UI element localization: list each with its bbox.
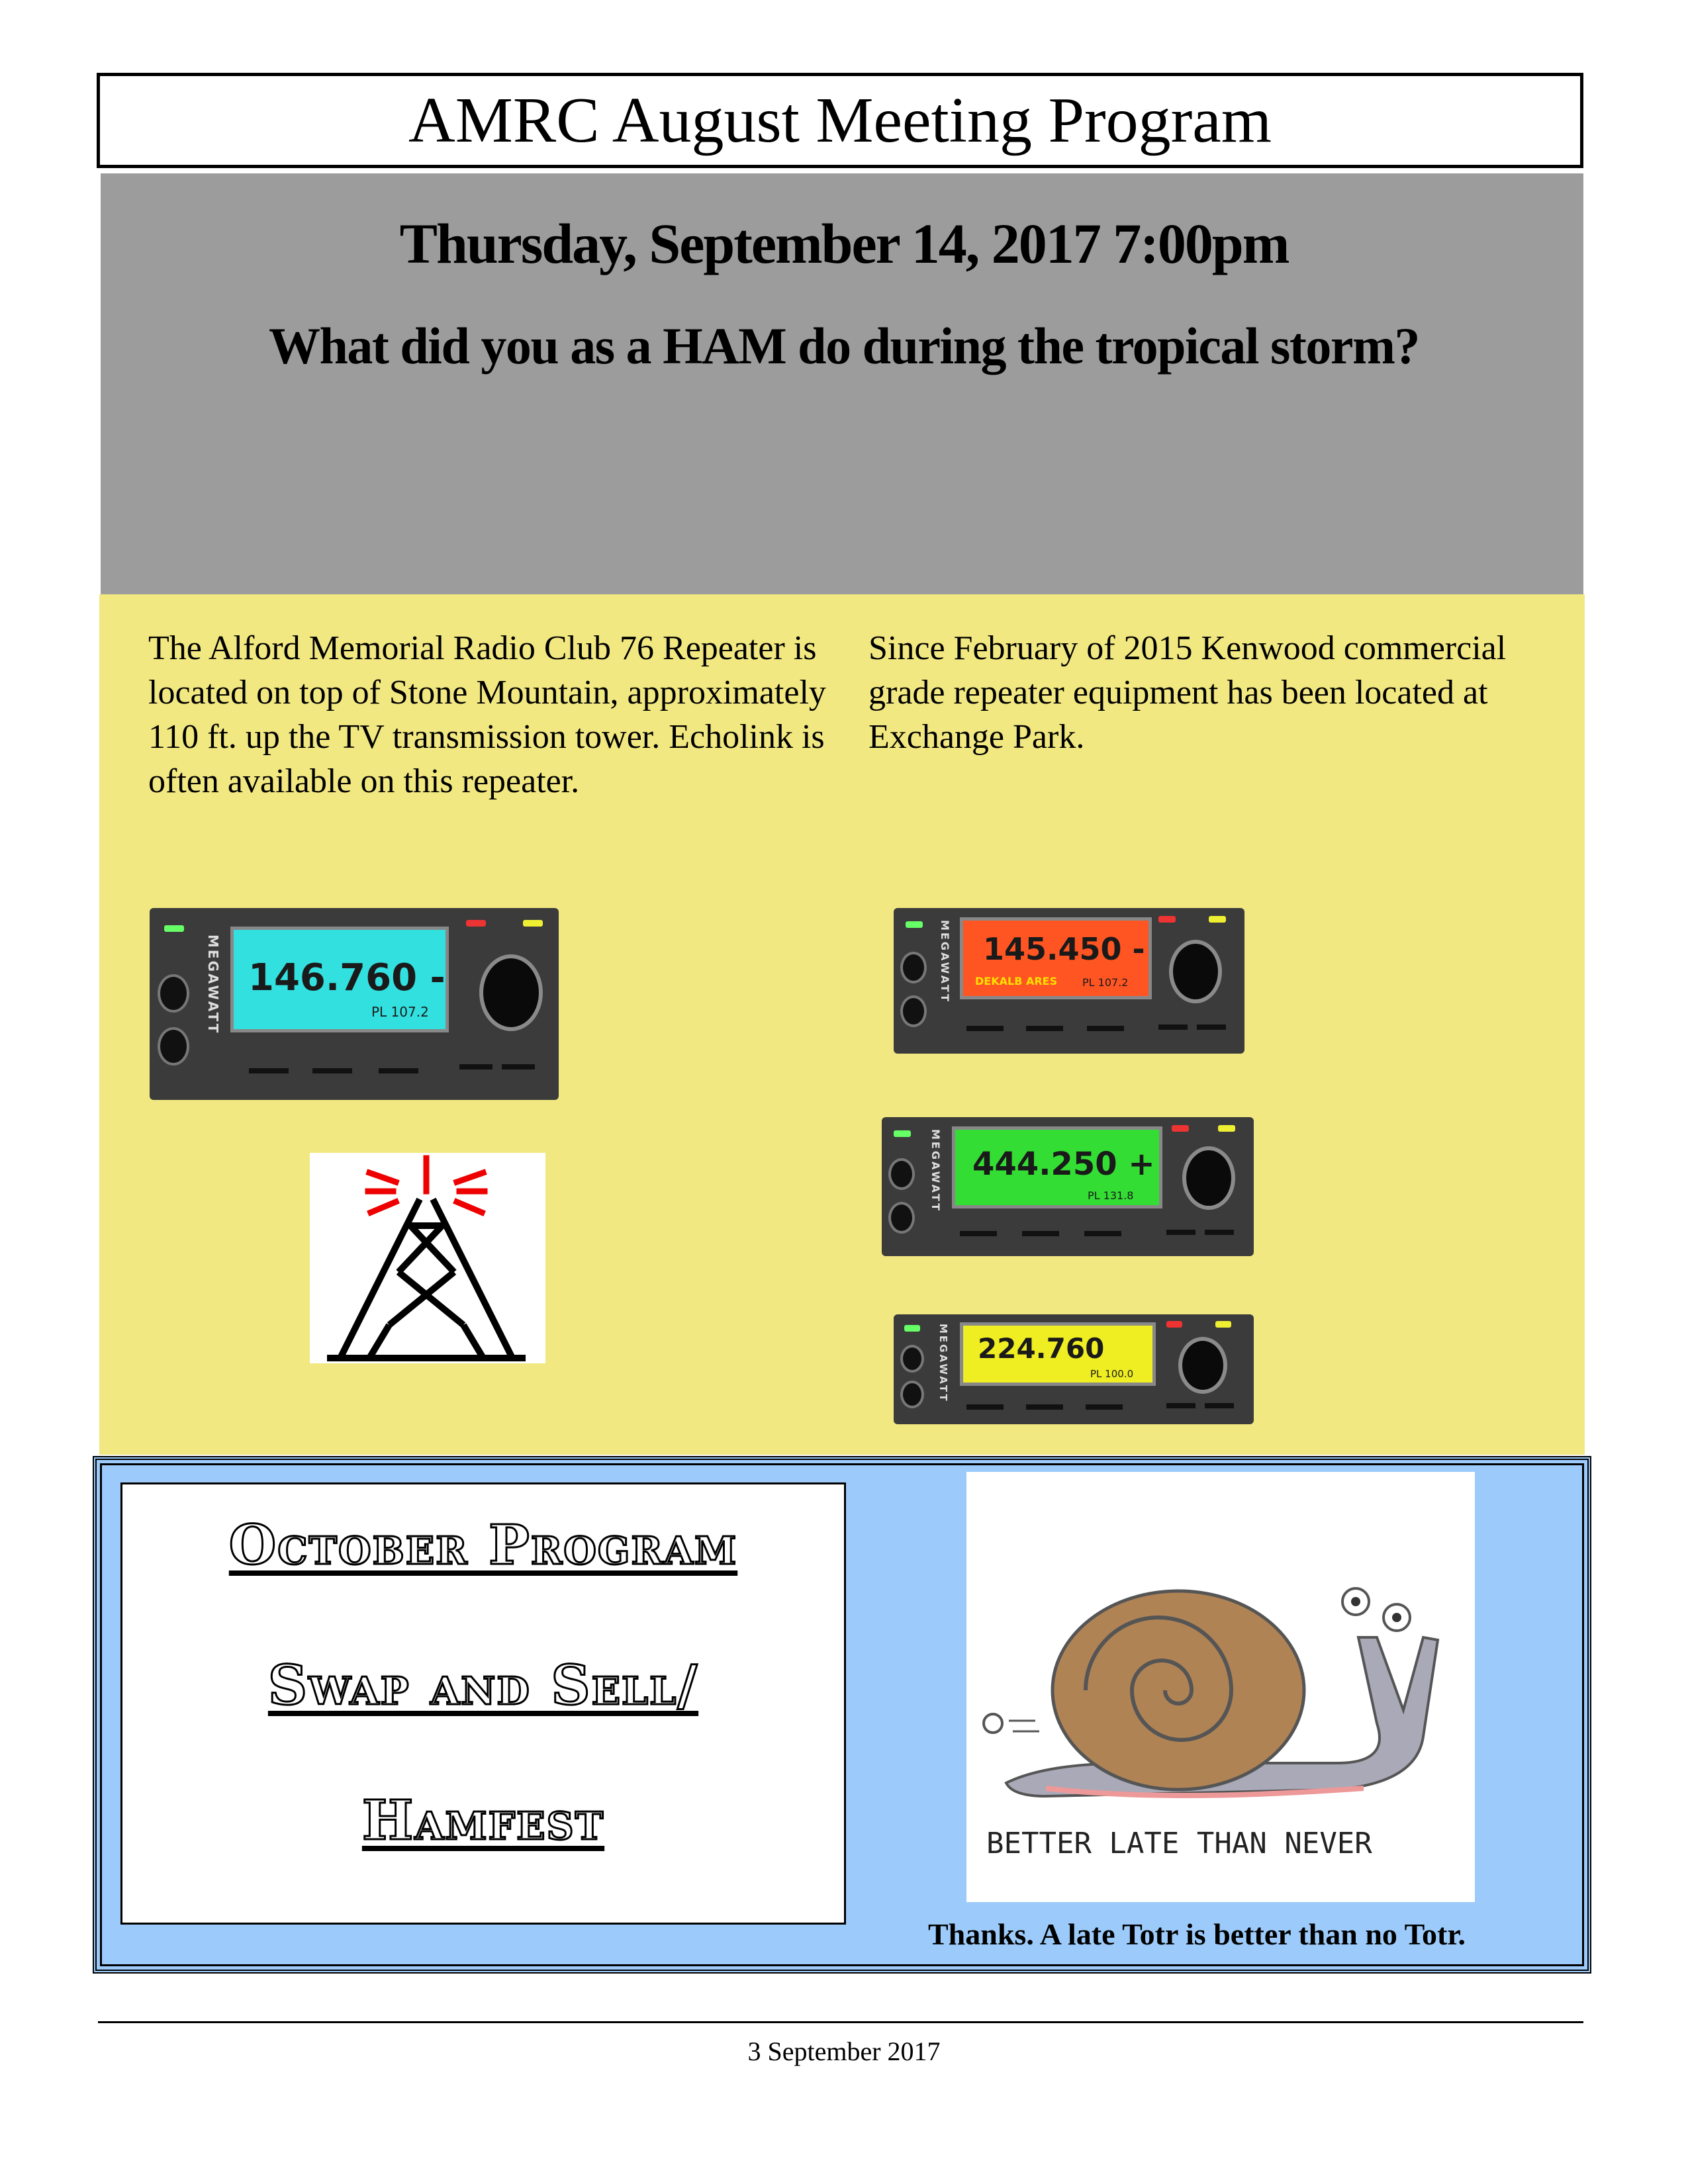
panel-button (1205, 1403, 1234, 1408)
panel-button (1086, 1404, 1123, 1410)
radio-tower-icon (310, 1153, 545, 1363)
volume-knob (479, 954, 543, 1031)
volume-knob (1182, 1146, 1235, 1210)
panel-button (1026, 1404, 1063, 1410)
swap-and-sell-text: Swap and Sell/ (267, 1653, 699, 1719)
stone-mountain-paragraph: The Alford Memorial Radio Club 76 Repeat… (148, 629, 826, 800)
frequency-readout: 444.250 + (972, 1146, 1155, 1183)
power-led (906, 921, 923, 928)
panel-button (249, 1068, 289, 1073)
radio-display-145450: MEGAWATT 145.450 - DEKALB ARES PL 107.2 (894, 908, 1244, 1054)
radio-display-146760: MEGAWATT 146.760 - PL 107.2 (150, 908, 559, 1100)
small-knob (888, 1202, 915, 1234)
power-led (164, 925, 184, 932)
radio-screen: 224.760 PL 100.0 (960, 1322, 1156, 1386)
pl-tone: PL 131.8 (1088, 1189, 1134, 1202)
pl-tone: PL 107.2 (371, 1004, 429, 1020)
thanks-note: Thanks. A late Totr is better than no To… (928, 1917, 1466, 1951)
panel-button (1026, 1026, 1063, 1031)
status-led (1209, 916, 1226, 923)
meeting-date: Thursday, September 14, 2017 7:00pm (399, 212, 1290, 275)
panel-button (312, 1068, 352, 1073)
radio-display-444250: MEGAWATT 444.250 + PL 131.8 (882, 1117, 1254, 1256)
status-led (1215, 1321, 1231, 1328)
panel-button (960, 1231, 997, 1236)
snail-caption: BETTER LATE THAN NEVER (986, 1827, 1372, 1860)
radio-display-224760: MEGAWATT 224.760 PL 100.0 (894, 1314, 1254, 1424)
brand-label: MEGAWATT (929, 1129, 942, 1212)
panel-button (1084, 1231, 1121, 1236)
status-led (1166, 1321, 1182, 1328)
brand-label: MEGAWATT (937, 1324, 949, 1403)
footer-date: 3 September 2017 (747, 2036, 941, 2066)
small-knob (900, 1381, 924, 1408)
brand-label: MEGAWATT (205, 934, 221, 1035)
hamfest-text: Hamfest (361, 1788, 605, 1854)
frequency-readout: 145.450 - (983, 931, 1145, 967)
footer-divider (98, 2021, 1583, 2023)
status-led (523, 920, 543, 927)
panel-button (1087, 1026, 1124, 1031)
small-knob (900, 952, 927, 983)
area-label: DEKALB ARES (975, 975, 1058, 987)
panel-button (502, 1064, 535, 1069)
status-led (1172, 1125, 1189, 1132)
exchange-park-paragraph: Since February of 2015 Kenwood commercia… (868, 629, 1507, 756)
panel-button (1197, 1024, 1226, 1030)
frequency-readout: 146.760 - (248, 956, 445, 999)
power-led (904, 1325, 920, 1332)
status-led (466, 920, 486, 927)
volume-knob (1169, 940, 1222, 1003)
panel-button (379, 1068, 418, 1073)
panel-button (1166, 1403, 1196, 1408)
panel-button (1022, 1231, 1059, 1236)
brand-label: MEGAWATT (939, 920, 951, 1003)
panel-button (1166, 1230, 1196, 1235)
status-led (1218, 1125, 1235, 1132)
pl-tone: PL 100.0 (1090, 1368, 1134, 1380)
october-program-heading: October Program (228, 1513, 738, 1578)
power-led (894, 1130, 911, 1137)
small-knob (900, 1345, 924, 1373)
radio-screen: 145.450 - DEKALB ARES PL 107.2 (960, 917, 1152, 999)
panel-button (1158, 1024, 1188, 1030)
status-led (1158, 916, 1176, 923)
panel-button (966, 1404, 1004, 1410)
radio-screen: 444.250 + PL 131.8 (952, 1126, 1162, 1208)
radio-screen: 146.760 - PL 107.2 (230, 927, 449, 1032)
panel-button (459, 1064, 492, 1069)
small-knob (158, 974, 189, 1013)
panel-button (1205, 1230, 1234, 1235)
small-knob (900, 995, 927, 1027)
page-title: AMRC August Meeting Program (97, 73, 1583, 168)
small-knob (158, 1027, 189, 1066)
volume-knob (1178, 1337, 1227, 1394)
october-program-box: October Program Swap and Sell/ Hamfest (120, 1482, 846, 1925)
panel-button (966, 1026, 1004, 1031)
pl-tone: PL 107.2 (1082, 976, 1129, 989)
frequency-readout: 224.760 (978, 1332, 1105, 1365)
small-knob (888, 1158, 915, 1190)
snail-icon (982, 1587, 1440, 1798)
meeting-topic: What did you as a HAM do during the trop… (269, 317, 1420, 375)
